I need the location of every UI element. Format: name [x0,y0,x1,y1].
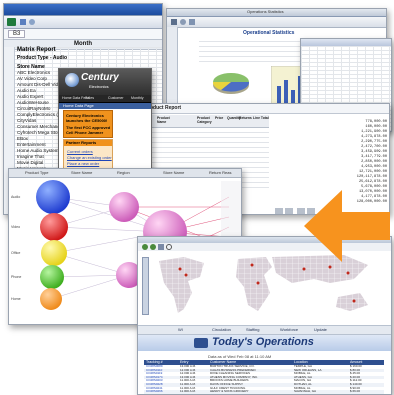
bubble-column-header[interactable]: Product Type [25,170,49,175]
pdf-toolbar [167,17,386,28]
pager-prev-button[interactable] [285,208,293,214]
pager-first-button[interactable] [275,208,283,214]
bubble-labels: Audio Video Office Phone Home [9,177,39,324]
pie-slice-green [213,73,249,82]
portal-window[interactable]: Century Electronics Home Data Feed Sales C… [58,68,152,180]
pdf-title-bar: Operations Statistics [167,9,386,17]
portal-nav-item[interactable]: Sales [85,96,94,100]
ops-tab[interactable]: Wl [178,327,183,332]
portal-header: Century Electronics [59,69,151,95]
portal-brand-sub: Electronics [89,84,109,89]
portal-nav-item[interactable]: Customer [108,96,124,100]
excel-logo-icon[interactable] [7,18,16,26]
print-icon[interactable] [171,19,177,25]
pdf-heading: Operational Statistics [243,30,295,36]
undo-icon[interactable] [29,19,35,25]
pdf-window-title: Operations Statistics [247,9,284,14]
century-logo-icon [65,73,79,87]
bubble-phone[interactable] [40,265,64,289]
bubble-label: Phone [11,275,22,279]
promo-line-2: The first FCC approved Cell Phone Jammer [66,125,111,135]
table-column-header[interactable]: Product Name [157,116,174,124]
formula-bar: B3 [4,29,162,40]
bubble-home[interactable] [40,288,62,310]
map-zoom-slider[interactable] [142,257,149,315]
pdf-pie-chart [212,73,250,94]
portal-nav-item[interactable]: Monthly [131,96,144,100]
ops-banner: Today's Operations [138,335,391,351]
bubble-label: Office [11,251,21,255]
map-americas [159,257,204,313]
bubble-video[interactable] [40,213,68,241]
bar-3 [291,90,295,104]
excel-ribbon [4,16,162,29]
bubble-store-1[interactable] [109,192,139,222]
bubble-column-header[interactable]: Store Name [71,170,92,175]
bubble-label: Audio [11,195,21,199]
bubble-column-header[interactable]: Region [117,170,130,175]
excel-title-bar [4,4,162,16]
name-box[interactable]: B3 [8,30,26,38]
ops-tab-bar: Wl Circulation Staffing Workforce Update [138,325,391,335]
filter-label: Product Type - Audio [17,55,67,61]
forward-icon[interactable] [150,244,156,250]
ops-logo-icon [194,338,208,348]
partner-reports-header: Partner Reports [64,140,112,146]
bubble-label: Home [11,297,21,301]
ops-tab[interactable]: Staffing [246,327,260,332]
bubble-column-header[interactable]: Return Reas [209,170,231,175]
arrow-left-icon [304,190,390,262]
arrow-shape [304,190,390,262]
home-icon[interactable] [158,244,164,250]
ops-tab[interactable]: Update [314,327,327,332]
table-title-row: Sales by Product Report [113,104,389,114]
table-column-header[interactable]: Line Total [253,116,270,120]
portal-brand: Century [81,72,119,83]
bubble-column-header[interactable]: Store Name [163,170,184,175]
map-europe-africa [236,257,272,311]
bubble-label: Video [11,225,21,229]
bar-2 [284,80,288,104]
promo-line-1: Century Electronics launches the CE5000! [66,113,108,123]
page-nav-icon[interactable] [189,19,195,25]
ops-tab[interactable]: Workforce [280,327,298,332]
bubble-audio[interactable] [36,180,70,214]
search-icon[interactable] [166,244,172,250]
ops-title: Today's Operations [212,336,314,348]
bubble-office[interactable] [41,240,67,266]
promo-panel: Century Electronics launches the CE5000!… [63,110,113,138]
bar-1 [277,86,281,104]
ops-table: Tracking # Entry Customer Name Location Amou… [144,360,384,394]
table-column-header[interactable]: Product Category [197,116,214,124]
portal-section-bar: Home Data Page [59,103,151,109]
ops-subtitle: Data as of Wed Feb 08 at 11:10 AM [208,354,272,359]
report-title: Matrix Report [17,47,56,53]
ops-tab[interactable]: Circulation [212,327,231,332]
partner-reports-title: Partner Reports [66,140,97,145]
portal-nav: Home Data Feed Sales Customer Monthly [59,95,151,103]
back-icon[interactable] [142,244,148,250]
portal-section-title: Home Data Page [63,103,94,108]
save-icon[interactable] [20,19,26,25]
map-australia [336,293,368,311]
zoom-icon[interactable] [180,19,186,25]
